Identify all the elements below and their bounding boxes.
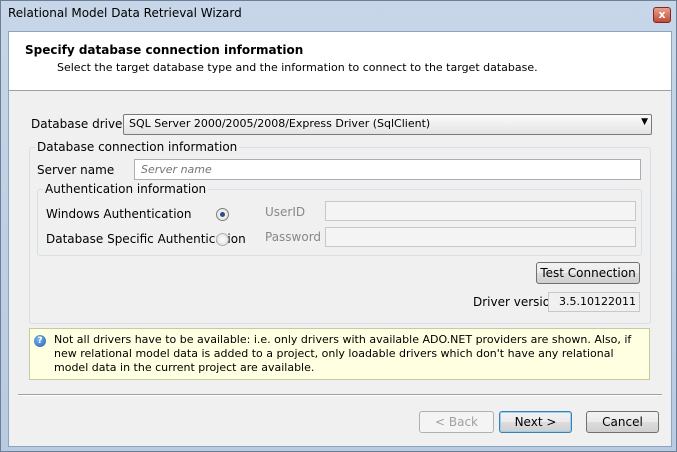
userid-label: UserID bbox=[265, 205, 306, 219]
server-name-field[interactable] bbox=[134, 159, 641, 180]
userid-input[interactable] bbox=[325, 201, 636, 221]
back-button[interactable]: < Back bbox=[419, 411, 494, 433]
window-title: Relational Model Data Retrieval Wizard bbox=[8, 6, 242, 20]
database-driver-select[interactable]: SQL Server 2000/2005/2008/Express Driver… bbox=[123, 114, 652, 135]
chevron-down-icon: ▼ bbox=[641, 117, 648, 127]
server-name-input[interactable] bbox=[135, 160, 640, 179]
close-button[interactable]: x bbox=[653, 7, 671, 23]
question-icon: ? bbox=[34, 335, 46, 347]
server-name-label: Server name bbox=[37, 163, 115, 177]
database-driver-label: Database driver bbox=[31, 117, 128, 131]
wizard-content: Specify database connection information … bbox=[8, 31, 672, 447]
test-connection-button[interactable]: Test Connection bbox=[536, 262, 640, 284]
wizard-header: Specify database connection information … bbox=[9, 32, 671, 91]
driver-version-value: 3.5.10122011 bbox=[548, 292, 640, 312]
footer-divider bbox=[18, 394, 662, 396]
driver-version-label: Driver version bbox=[473, 295, 558, 309]
password-input[interactable] bbox=[325, 227, 636, 247]
authentication-group-label: Authentication information bbox=[43, 182, 209, 196]
connection-info-group-label: Database connection information bbox=[35, 140, 240, 154]
info-panel: ? Not all drivers have to be available: … bbox=[29, 328, 650, 380]
cancel-button[interactable]: Cancel bbox=[586, 411, 659, 433]
database-driver-value: SQL Server 2000/2005/2008/Express Driver… bbox=[129, 117, 431, 130]
close-icon: x bbox=[658, 8, 666, 21]
info-text: Not all drivers have to be available: i.… bbox=[54, 333, 632, 374]
windows-auth-label: Windows Authentication bbox=[46, 207, 192, 221]
title-bar[interactable]: Relational Model Data Retrieval Wizard x bbox=[1, 1, 676, 27]
windows-auth-radio[interactable] bbox=[216, 208, 229, 221]
page-subtitle: Select the target database type and the … bbox=[57, 61, 538, 74]
wizard-window: Relational Model Data Retrieval Wizard x… bbox=[0, 0, 677, 452]
db-auth-radio[interactable] bbox=[216, 233, 229, 246]
password-label: Password bbox=[265, 230, 322, 244]
next-button[interactable]: Next > bbox=[499, 411, 572, 433]
page-title: Specify database connection information bbox=[25, 43, 304, 57]
